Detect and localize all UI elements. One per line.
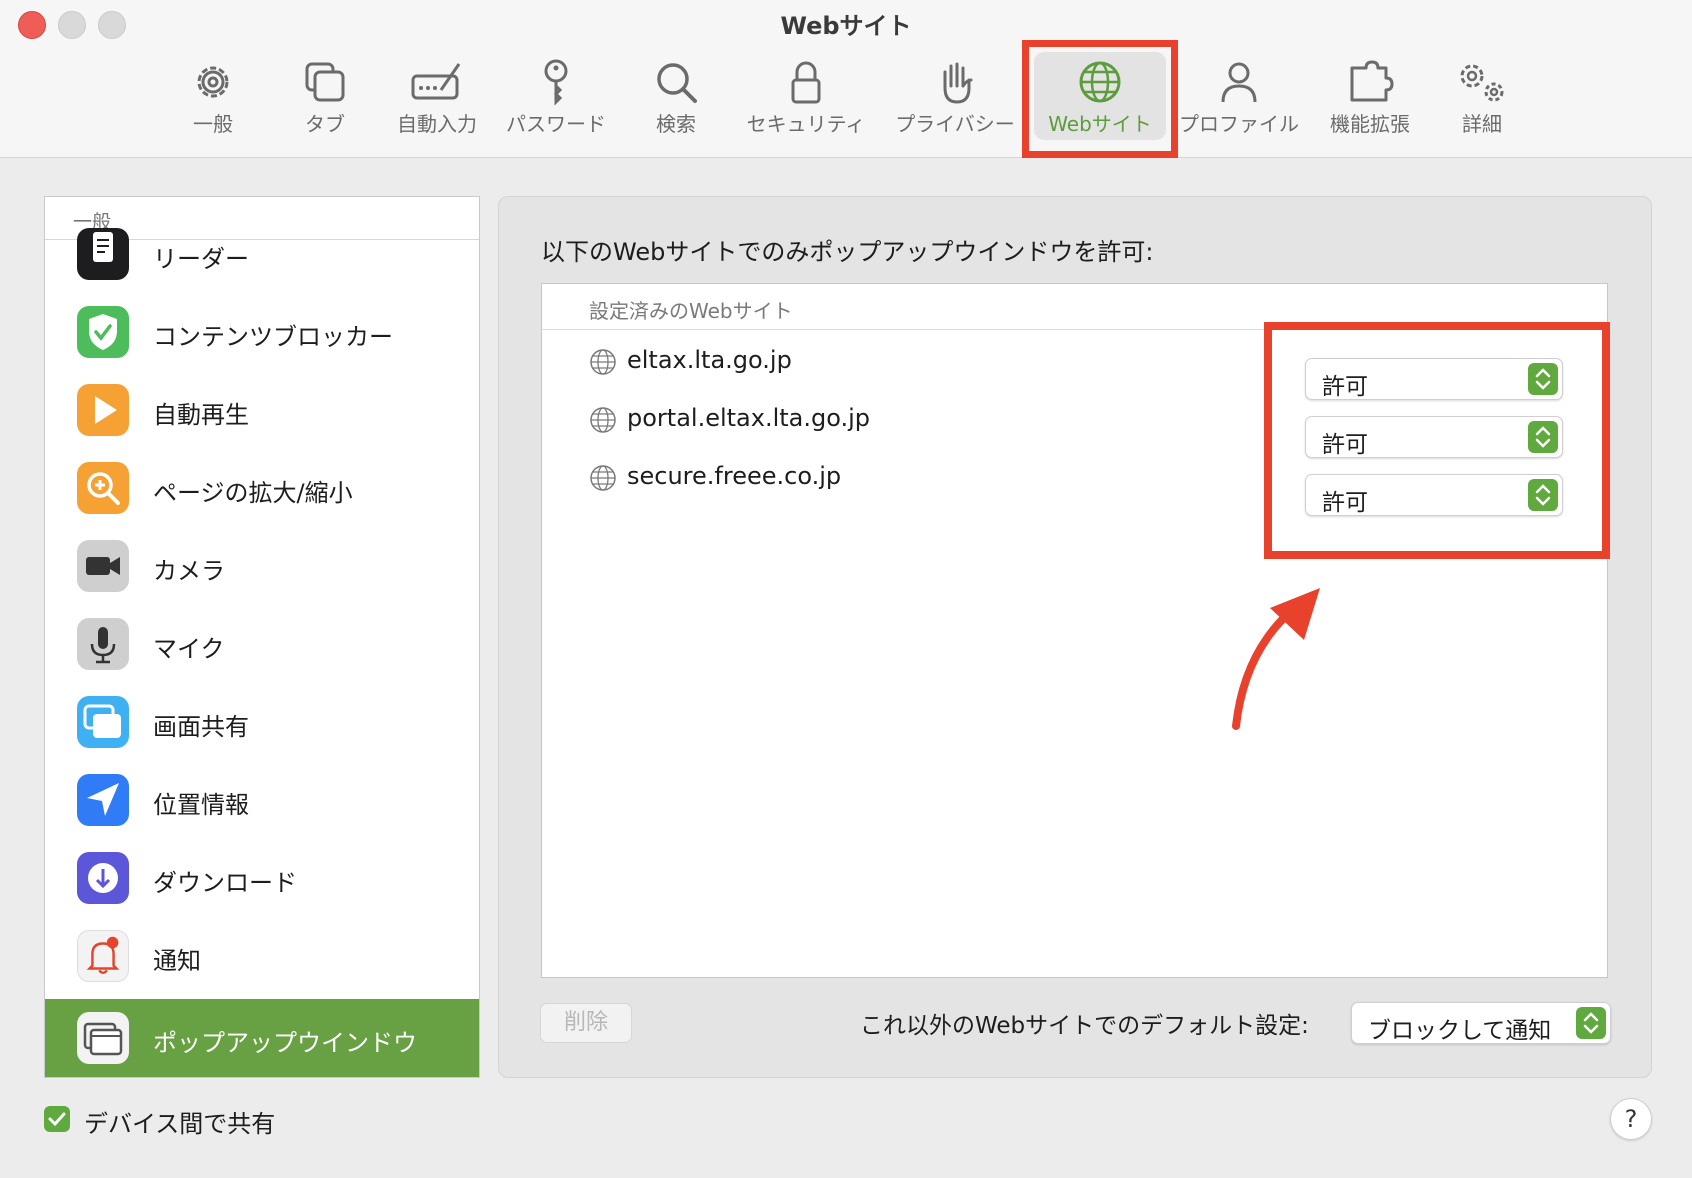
screen-share-icon — [77, 696, 129, 748]
location-icon — [77, 774, 129, 826]
sidebar-item-content-blockers[interactable]: コンテンツブロッカー — [45, 293, 479, 371]
sidebar-item-label: カメラ — [153, 557, 225, 585]
annotation-highlight-site-settings — [1264, 322, 1610, 559]
toolbar-tab-tabs[interactable]: タブ — [286, 52, 364, 140]
sidebar-item-notifications[interactable]: 通知 — [45, 917, 479, 995]
sidebar-item-screen-sharing[interactable]: 画面共有 — [45, 683, 479, 761]
sidebar-item-autoplay[interactable]: 自動再生 — [45, 371, 479, 449]
sidebar-item-label: 自動再生 — [153, 401, 249, 429]
default-setting-label: これ以外のWebサイトでのデフォルト設定: — [860, 1013, 1309, 1039]
gears-icon — [1460, 64, 1504, 102]
toolbar-tab-label: プロファイル — [1179, 112, 1299, 136]
toolbar-tab-label: プライバシー — [895, 112, 1015, 136]
toolbar-tab-label: パスワード — [506, 112, 606, 136]
checkmark-icon — [48, 1112, 66, 1127]
website-domain: portal.eltax.lta.go.jp — [627, 404, 871, 432]
share-checkbox[interactable] — [44, 1106, 70, 1132]
toolbar-tab-label: 自動入力 — [397, 112, 477, 136]
toolbar-tab-profiles[interactable]: プロファイル — [1176, 52, 1302, 140]
popup-window-icon — [77, 1012, 129, 1064]
chevron-updown-icon — [1576, 1007, 1606, 1039]
microphone-icon — [77, 618, 129, 670]
toolbar-tab-label: 一般 — [193, 112, 233, 136]
sidebar-list: 一般 リーダー コンテンツブロッカー 自動再生 ページの拡大/縮小 カメラ マイ… — [44, 196, 480, 1078]
sidebar-item-label: 通知 — [153, 947, 201, 975]
bell-icon — [77, 930, 129, 982]
toolbar-tab-extensions[interactable]: 機能拡張 — [1320, 52, 1420, 140]
delete-button[interactable]: 削除 — [540, 1003, 632, 1043]
hand-icon — [943, 62, 973, 104]
globe-icon — [590, 407, 616, 433]
table-header-label: 設定済みのWebサイト — [589, 299, 793, 323]
camera-icon — [77, 540, 129, 592]
sidebar-item-camera[interactable]: カメラ — [45, 527, 479, 605]
toolbar-tab-security[interactable]: セキュリティ — [744, 52, 868, 140]
globe-icon — [590, 465, 616, 491]
sidebar-item-page-zoom[interactable]: ページの拡大/縮小 — [45, 449, 479, 527]
key-icon — [544, 59, 568, 106]
website-domain: eltax.lta.go.jp — [627, 346, 792, 374]
download-icon — [77, 852, 129, 904]
sidebar-item-label: 画面共有 — [153, 713, 249, 741]
sidebar-item-label: 位置情報 — [153, 791, 249, 819]
annotation-highlight-websites-tab — [1022, 40, 1178, 158]
globe-icon — [590, 349, 616, 375]
default-setting-select[interactable]: ブロックして通知 — [1351, 1002, 1611, 1044]
person-icon — [1221, 62, 1257, 103]
zoom-icon — [77, 462, 129, 514]
toolbar-tab-label: セキュリティ — [746, 112, 866, 136]
annotation-arrow — [1232, 588, 1320, 730]
sidebar-item-location[interactable]: 位置情報 — [45, 761, 479, 839]
play-icon — [77, 384, 129, 436]
toolbar-tab-label: 詳細 — [1462, 112, 1502, 136]
search-icon — [657, 63, 697, 103]
sidebar-item-reader[interactable]: リーダー — [45, 215, 479, 293]
sidebar-item-label: リーダー — [153, 245, 249, 273]
sidebar-item-label: ダウンロード — [153, 869, 297, 897]
toolbar-tab-label: 検索 — [656, 112, 696, 136]
toolbar-tab-general[interactable]: 一般 — [174, 52, 252, 140]
help-button[interactable]: ? — [1610, 1098, 1652, 1140]
sidebar-item-microphone[interactable]: マイク — [45, 605, 479, 683]
toolbar-tab-label: 機能拡張 — [1330, 112, 1410, 136]
toolbar-tab-passwords[interactable]: パスワード — [506, 52, 606, 140]
autofill-icon — [411, 63, 461, 100]
toolbar-tab-privacy[interactable]: プライバシー — [892, 52, 1018, 140]
sidebar-item-downloads[interactable]: ダウンロード — [45, 839, 479, 917]
toolbar-tab-autofill[interactable]: 自動入力 — [392, 52, 482, 140]
toolbar-tab-search[interactable]: 検索 — [636, 52, 716, 140]
toolbar-tab-label: タブ — [305, 112, 345, 136]
sidebar-item-popup-windows[interactable]: ポップアップウインドウ — [45, 999, 479, 1077]
safari-settings-window: Webサイト 一般 タブ 自動入力 パスワード 検索 セキュリティ プライバシー… — [0, 0, 1692, 1178]
window-title: Webサイト — [780, 12, 912, 40]
website-domain: secure.freee.co.jp — [627, 462, 842, 490]
settings-toolbar: Webサイト 一般 タブ 自動入力 パスワード 検索 セキュリティ プライバシー… — [0, 0, 1692, 158]
panel-heading: 以下のWebサイトでのみポップアップウインドウを許可: — [541, 238, 1154, 266]
toolbar-tab-advanced[interactable]: 詳細 — [1444, 52, 1520, 140]
sidebar-item-label: コンテンツブロッカー — [153, 323, 393, 351]
lock-icon — [791, 61, 821, 104]
sidebar-item-label: ポップアップウインドウ — [153, 1029, 417, 1057]
puzzle-icon — [1350, 60, 1394, 102]
sidebar-item-label: ページの拡大/縮小 — [153, 479, 353, 507]
default-setting-value: ブロックして通知 — [1368, 1018, 1552, 1044]
reader-icon — [77, 228, 129, 280]
share-checkbox-label: デバイス間で共有 — [84, 1110, 276, 1138]
shield-check-icon — [77, 306, 129, 358]
sidebar-item-label: マイク — [153, 635, 225, 663]
gear-icon — [197, 66, 229, 98]
tabs-icon — [305, 62, 345, 102]
